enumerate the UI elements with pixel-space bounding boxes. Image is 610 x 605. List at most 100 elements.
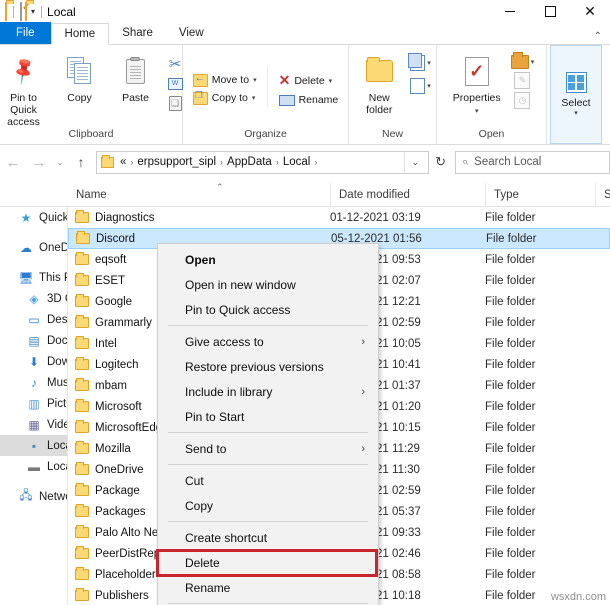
back-button[interactable]: ← — [0, 148, 26, 176]
nav-item-3d-objects[interactable]: ◈ 3D Objects — [0, 288, 67, 309]
nav-item-music[interactable]: ♪ Music — [0, 372, 67, 393]
nav-item-label: Local Disk (D:) — [47, 460, 67, 473]
copy-to-button[interactable]: Copy to ▾ — [190, 90, 260, 106]
breadcrumb-item-appdata[interactable]: AppData — [224, 156, 275, 168]
qat-dropdown-icon[interactable]: ▾ — [31, 7, 35, 16]
up-button[interactable]: ↑ — [68, 148, 94, 176]
breadcrumb[interactable]: « › erpsupport_sipl › AppData › Local › … — [96, 150, 430, 174]
file-type-cell: File folder — [485, 463, 536, 476]
nav-item-local-disk-c[interactable]: ▪ Local Disk (C:) — [0, 435, 67, 456]
address-dropdown-icon[interactable]: ⌄ — [403, 151, 427, 173]
music-icon: ♪ — [31, 375, 37, 390]
window-title: Local — [47, 4, 76, 19]
recent-locations-button[interactable]: ⌄ — [52, 148, 68, 176]
nav-item-quick-access[interactable]: ★ Quick access — [0, 207, 67, 228]
breadcrumb-item-local[interactable]: Local — [280, 156, 314, 168]
edit-icon[interactable]: ✎ — [514, 72, 531, 89]
menu-item-pin-to-start[interactable]: Pin to Start — [158, 404, 378, 429]
new-folder-button[interactable]: New folder — [351, 50, 407, 116]
delete-button[interactable]: ✕ Delete ▾ — [276, 71, 342, 90]
folder-icon — [75, 525, 89, 538]
qat-properties-icon[interactable] — [20, 1, 22, 21]
open-with-caret-icon[interactable]: ▾ — [531, 58, 535, 66]
delete-caret-icon[interactable]: ▾ — [329, 77, 333, 85]
cut-icon[interactable]: ✂ — [167, 55, 184, 73]
new-item-icon[interactable] — [408, 53, 426, 71]
menu-item-cut[interactable]: Cut — [158, 468, 378, 493]
nav-item-onedrive[interactable]: ☁ OneDrive — [0, 237, 67, 258]
new-item-caret-icon[interactable]: ▾ — [427, 59, 431, 67]
nav-item-network[interactable]: 🖧 Network — [0, 486, 67, 507]
easy-access-caret-icon[interactable]: ▾ — [427, 82, 431, 90]
move-to-button[interactable]: Move to ▾ — [190, 73, 260, 88]
properties-caret-icon[interactable]: ▾ — [475, 108, 479, 115]
menu-item-label: Restore previous versions — [185, 359, 324, 374]
collapse-ribbon-icon[interactable]: ⌃ — [594, 31, 602, 42]
menu-item-copy[interactable]: Copy — [158, 493, 378, 518]
nav-item-documents[interactable]: ▤ Documents — [0, 330, 67, 351]
close-button[interactable]: ✕ — [570, 0, 610, 23]
nav-item-desktop[interactable]: ▭ Desktop — [0, 309, 67, 330]
tab-share[interactable]: Share — [109, 22, 166, 44]
folder-icon — [75, 357, 89, 370]
nav-item-downloads[interactable]: ⬇ Downloads — [0, 351, 67, 372]
menu-item-open-in-new-window[interactable]: Open in new window — [158, 272, 378, 297]
column-header-type[interactable]: Type — [485, 183, 595, 207]
table-row[interactable]: Diagnostics 01-12-2021 03:19 File folder — [68, 207, 610, 228]
rename-button[interactable]: Rename — [276, 93, 342, 107]
copy-to-caret-icon[interactable]: ▾ — [252, 94, 256, 102]
menu-item-label: Open — [185, 252, 216, 267]
nav-item-local-disk-d[interactable]: ▬ Local Disk (D:) — [0, 456, 67, 477]
copy-button[interactable]: Copy — [52, 50, 108, 104]
copy-path-icon[interactable]: W — [167, 75, 184, 92]
forward-button[interactable]: → — [26, 148, 52, 176]
nav-item-pictures[interactable]: ▥ Pictures — [0, 393, 67, 414]
properties-button[interactable]: Properties ▾ — [446, 50, 508, 118]
maximize-button[interactable] — [530, 0, 570, 23]
open-with-icon[interactable] — [510, 52, 529, 69]
menu-item-rename[interactable]: Rename — [158, 575, 378, 600]
qat-new-folder-icon[interactable] — [25, 1, 27, 21]
folder-icon — [75, 273, 89, 286]
menu-separator — [168, 464, 368, 465]
paste-button[interactable]: Paste — [108, 50, 164, 104]
search-input[interactable]: Search Local — [474, 156, 541, 168]
tab-view[interactable]: View — [166, 22, 217, 44]
refresh-button[interactable]: ↻ — [429, 146, 452, 178]
move-to-caret-icon[interactable]: ▾ — [253, 76, 257, 84]
breadcrumb-item-user[interactable]: erpsupport_sipl — [134, 156, 219, 168]
menu-item-restore-previous-versions[interactable]: Restore previous versions — [158, 354, 378, 379]
menu-separator — [168, 521, 368, 522]
column-header-date-modified[interactable]: Date modified — [330, 183, 485, 207]
breadcrumb-sep-4[interactable]: › — [313, 157, 318, 167]
select-grid-icon — [565, 72, 587, 93]
desktop-icon: ▭ — [28, 312, 40, 327]
nav-item-this-pc[interactable]: 🖥 This PC — [0, 267, 67, 288]
network-icon: 🖧 — [19, 488, 33, 502]
search-box[interactable]: ⌕ Search Local — [455, 150, 610, 174]
menu-item-give-access-to[interactable]: Give access to › — [158, 329, 378, 354]
nav-item-videos[interactable]: ▦ Videos — [0, 414, 67, 435]
menu-item-label: Pin to Start — [185, 409, 245, 424]
tab-home[interactable]: Home — [50, 23, 110, 45]
history-icon[interactable]: ◷ — [514, 92, 531, 109]
column-header-size[interactable]: Si — [595, 183, 610, 207]
menu-item-send-to[interactable]: Send to › — [158, 436, 378, 461]
tab-file[interactable]: File — [0, 22, 51, 44]
organize-col-2: ✕ Delete ▾ Rename — [266, 67, 344, 107]
minimize-button[interactable] — [490, 0, 530, 23]
pin-to-quick-access-button[interactable]: 📌 Pin to Quick access — [0, 50, 52, 128]
select-caret-icon[interactable]: ▾ — [574, 109, 578, 117]
select-button[interactable]: Select ▾ — [550, 45, 602, 144]
column-header-name[interactable]: Name ⌃ — [68, 182, 330, 207]
nav-item-label: This PC — [39, 271, 67, 284]
menu-item-pin-to-quick-access[interactable]: Pin to Quick access — [158, 297, 378, 322]
paste-shortcut-icon[interactable]: ❏ — [167, 95, 184, 112]
address-bar: ← → ⌄ ↑ « › erpsupport_sipl › AppData › … — [0, 146, 610, 178]
breadcrumb-root[interactable]: « — [117, 156, 129, 168]
easy-access-icon[interactable] — [410, 78, 426, 94]
menu-item-create-shortcut[interactable]: Create shortcut — [158, 525, 378, 550]
qat-folder-icon[interactable] — [5, 1, 7, 21]
menu-item-include-in-library[interactable]: Include in library › — [158, 379, 378, 404]
menu-item-open[interactable]: Open — [158, 247, 378, 272]
